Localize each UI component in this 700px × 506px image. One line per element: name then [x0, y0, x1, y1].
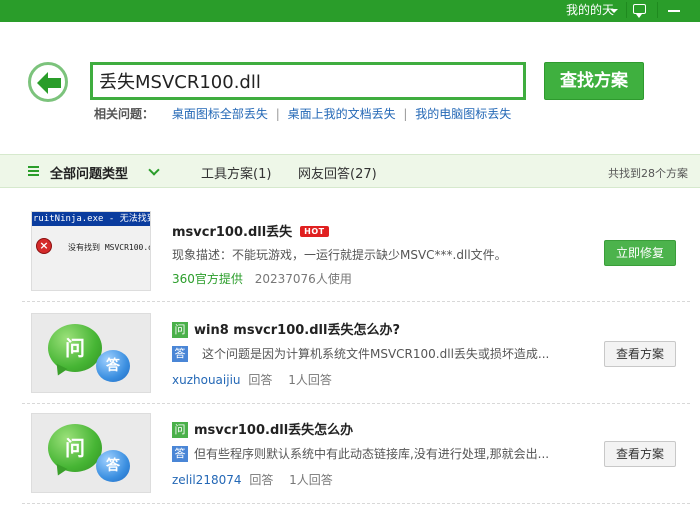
chevron-down-icon[interactable] [148, 164, 160, 176]
answer-count: 1人回答 [288, 373, 332, 387]
result-title-text[interactable]: win8 msvcr100.dll丢失怎么办? [194, 323, 400, 338]
fix-now-button[interactable]: 立即修复 [604, 240, 676, 266]
result-title-text[interactable]: msvcr100.dll丢失怎么办 [194, 423, 353, 438]
question-badge: 问 [172, 422, 188, 438]
chevron-down-icon[interactable] [610, 9, 618, 13]
result-title[interactable]: 问 msvcr100.dll丢失怎么办 [172, 419, 353, 438]
answer-count: 1人回答 [289, 473, 333, 487]
hot-badge: HOT [300, 226, 329, 237]
divider: | [403, 107, 408, 121]
answer-bubble-icon: 答 [96, 350, 130, 382]
search-input[interactable] [90, 62, 526, 100]
provider-label: 360官方提供 [172, 272, 243, 286]
result-description: 答但有些程序则默认系统中有此动态链接库,没有进行处理,那就会出... [172, 445, 549, 462]
view-solution-button[interactable]: 查看方案 [604, 441, 676, 467]
result-description: 答这个问题是因为计算机系统文件MSVCR100.dll丢失或损坏造成... [172, 345, 549, 362]
user-menu[interactable]: 我的的天 [566, 1, 614, 19]
result-item: ruitNinja.exe - 无法找到 × 没有找到 MSVCR100.dll… [22, 202, 690, 302]
result-title-text[interactable]: msvcr100.dll丢失 [172, 225, 292, 240]
result-item: 问 答 问 win8 msvcr100.dll丢失怎么办? 答这个问题是因为计算机… [22, 304, 690, 404]
answer-user[interactable]: zelil218074 [172, 473, 242, 487]
tab-user-answers[interactable]: 网友回答(27) [298, 163, 377, 182]
related-link[interactable]: 我的电脑图标丢失 [415, 107, 511, 121]
qa-thumbnail[interactable]: 问 答 [31, 313, 151, 393]
divider: | [275, 107, 280, 121]
related-label: 相关问题： [94, 107, 155, 121]
related-link[interactable]: 桌面图标全部丢失 [172, 107, 268, 121]
top-bar: 我的的天 [0, 0, 700, 22]
result-meta: 360官方提供 20237076人使用 [172, 270, 352, 287]
result-description: 现象描述：不能玩游戏，一运行就提示缺少MSVC***.dll文件。 [172, 248, 507, 262]
answer-badge: 答 [172, 346, 188, 362]
search-button[interactable]: 查找方案 [544, 62, 644, 100]
dialog-title: ruitNinja.exe - 无法找到 [32, 212, 151, 226]
list-icon [28, 166, 39, 177]
question-bubble-icon: 问 [48, 424, 102, 472]
dialog-text: 没有找到 MSVCR100.dll [68, 243, 150, 252]
related-link[interactable]: 桌面上我的文档丢失 [288, 107, 396, 121]
tab-tool-solutions[interactable]: 工具方案(1) [201, 163, 271, 182]
answer-label: 回答 [248, 373, 273, 387]
answer-bubble-icon: 答 [96, 450, 130, 482]
question-bubble-icon: 问 [48, 324, 102, 372]
answer-user[interactable]: xuzhouaijiu [172, 373, 241, 387]
filter-bar: 全部问题类型 工具方案(1) 网友回答(27) 共找到28个方案 [0, 154, 700, 188]
answer-excerpt: 这个问题是因为计算机系统文件MSVCR100.dll丢失或损坏造成... [202, 347, 550, 361]
feedback-icon[interactable] [633, 4, 646, 18]
divider [626, 2, 627, 18]
error-screenshot-thumbnail[interactable]: ruitNinja.exe - 无法找到 × 没有找到 MSVCR100.dll [31, 211, 151, 291]
back-button[interactable] [28, 62, 68, 102]
result-meta: xuzhouaijiu 回答 1人回答 [172, 371, 332, 388]
all-types-filter[interactable]: 全部问题类型 [50, 163, 128, 182]
answer-label: 回答 [249, 473, 274, 487]
qa-thumbnail[interactable]: 问 答 [31, 413, 151, 493]
result-title[interactable]: msvcr100.dll丢失 HOT [172, 221, 329, 240]
minimize-icon[interactable] [668, 10, 680, 12]
usage-count: 20237076人使用 [254, 272, 352, 286]
error-icon: × [36, 238, 52, 254]
result-item: 问 答 问 msvcr100.dll丢失怎么办 答但有些程序则默认系统中有此动态链… [22, 404, 690, 504]
answer-excerpt: 但有些程序则默认系统中有此动态链接库,没有进行处理,那就会出... [194, 447, 550, 461]
answer-badge: 答 [172, 446, 188, 462]
result-meta: zelil218074 回答 1人回答 [172, 471, 333, 488]
divider [657, 2, 658, 18]
view-solution-button[interactable]: 查看方案 [604, 341, 676, 367]
question-badge: 问 [172, 322, 188, 338]
related-questions: 相关问题： 桌面图标全部丢失 | 桌面上我的文档丢失 | 我的电脑图标丢失 [94, 106, 511, 122]
result-title[interactable]: 问 win8 msvcr100.dll丢失怎么办? [172, 319, 400, 338]
arrow-left-icon [37, 72, 61, 94]
result-count: 共找到28个方案 [608, 167, 688, 180]
